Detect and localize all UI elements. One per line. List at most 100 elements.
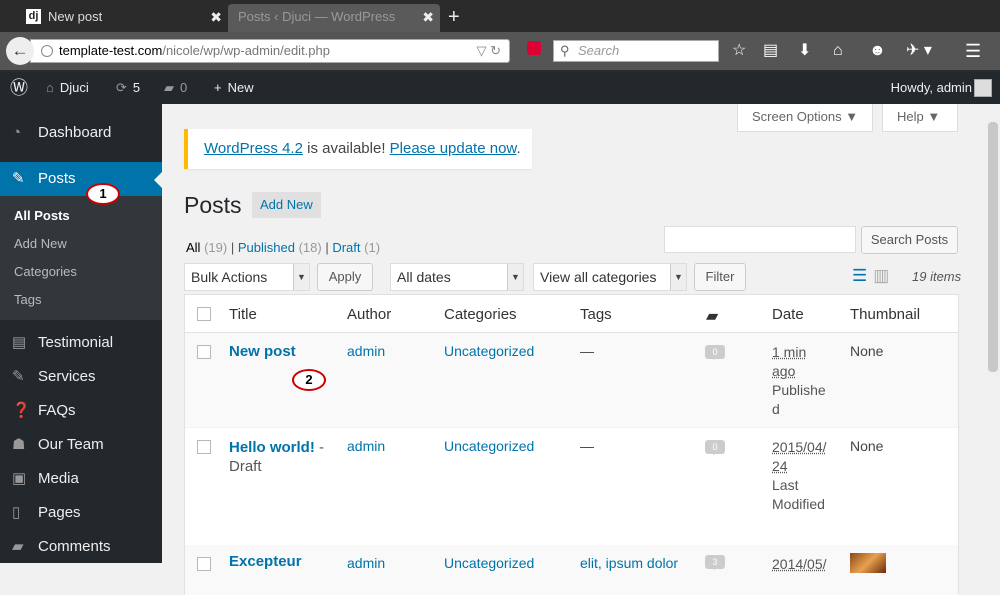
post-title-link[interactable]: Hello world!: [229, 439, 315, 456]
table-row: Excepteur admin Uncategorized elit, ipsu…: [185, 545, 958, 595]
screen-options-button[interactable]: Screen Options ▼: [737, 104, 874, 132]
new-tab-button[interactable]: +: [448, 4, 460, 30]
sidebar-item-pages[interactable]: ▯ Pages: [0, 496, 162, 530]
sidebar-item-faqs[interactable]: ❓ FAQs: [0, 394, 162, 428]
sidebar-item-posts[interactable]: ✎ Posts: [0, 162, 162, 196]
post-thumbnail-image: [850, 553, 886, 573]
wordpress-logo-icon[interactable]: Ⓦ: [10, 72, 28, 104]
posts-submenu: All Posts Add New Categories Tags: [0, 196, 162, 320]
header-categories: Categories: [444, 306, 517, 323]
pin-icon: ✎: [12, 368, 25, 385]
scrollbar-thumb[interactable]: [988, 122, 998, 372]
post-title-link[interactable]: New post: [229, 343, 296, 360]
pocket-icon[interactable]: [527, 41, 541, 55]
category-link[interactable]: Uncategorized: [444, 343, 534, 359]
comment-count-badge[interactable]: 3: [705, 555, 725, 570]
excerpt-view-icon[interactable]: ▥: [873, 266, 889, 285]
header-title[interactable]: Title: [229, 306, 257, 323]
admin-sidebar: ◔ Dashboard ✎ Posts All Posts Add New Cate…: [0, 104, 162, 563]
download-icon[interactable]: ⬇: [798, 40, 811, 62]
question-icon: ❓: [12, 402, 31, 419]
author-link[interactable]: admin: [347, 555, 385, 571]
list-view-icon[interactable]: ☰: [852, 266, 867, 285]
new-content-link[interactable]: + New: [214, 72, 254, 104]
sidebar-item-media[interactable]: ▣ Media: [0, 462, 162, 496]
pin-icon: ✎: [12, 170, 25, 187]
view-draft[interactable]: Draft: [332, 240, 360, 255]
tags-link[interactable]: elit, ipsum dolor: [580, 555, 678, 571]
search-posts-button[interactable]: Search Posts: [861, 226, 958, 254]
comment-count-badge[interactable]: 0: [705, 345, 725, 360]
add-new-button[interactable]: Add New: [252, 192, 321, 218]
callout-2: 2: [292, 369, 326, 391]
apply-button[interactable]: Apply: [317, 263, 373, 291]
post-status-views: All (19) | Published (18) | Draft (1): [186, 240, 381, 255]
reload-icon[interactable]: ▽ ↻: [476, 40, 501, 62]
home-icon: ⌂: [46, 80, 54, 95]
dashboard-icon: ◔: [12, 124, 22, 141]
comments-column-icon[interactable]: ▰: [706, 306, 718, 326]
reading-list-icon[interactable]: ▤: [763, 40, 778, 62]
site-name-link[interactable]: ⌂ Djuci: [46, 72, 89, 104]
avatar[interactable]: [974, 79, 992, 97]
post-date: 2015/04/ 24 Last Modified: [772, 439, 827, 512]
sidebar-item-dashboard[interactable]: ◔ Dashboard: [0, 116, 162, 150]
url-path: /nicole/wp/wp-admin/edit.php: [162, 43, 330, 58]
submenu-categories[interactable]: Categories: [0, 258, 162, 286]
tab-new-post[interactable]: dj New post ✖: [18, 4, 228, 30]
header-date[interactable]: Date: [772, 306, 804, 323]
howdy-user[interactable]: Howdy, admin: [891, 72, 972, 104]
home-icon[interactable]: ⌂: [833, 40, 843, 62]
author-link[interactable]: admin: [347, 438, 385, 454]
dates-select[interactable]: All dates ▼: [390, 263, 524, 291]
tab-title: Posts ‹ Djuci — WordPress: [238, 9, 396, 24]
main-content: Screen Options ▼ Help ▼ WordPress 4.2 is…: [162, 104, 1000, 595]
select-all-checkbox[interactable]: [197, 307, 211, 321]
page-scrollbar[interactable]: [986, 104, 1000, 563]
back-button[interactable]: ←: [6, 37, 34, 65]
comments-link[interactable]: ▰ 0: [164, 72, 187, 104]
filter-button[interactable]: Filter: [694, 263, 746, 291]
author-link[interactable]: admin: [347, 343, 385, 359]
sidebar-item-comments[interactable]: ▰ Comments: [0, 530, 162, 564]
tab-posts[interactable]: Posts ‹ Djuci — WordPress ✖: [228, 4, 440, 32]
tags-value: —: [580, 343, 594, 359]
categories-select[interactable]: View all categories ▼: [533, 263, 687, 291]
view-published[interactable]: Published: [238, 240, 295, 255]
star-icon[interactable]: ☆: [732, 40, 746, 62]
sidebar-item-our-team[interactable]: ☗ Our Team: [0, 428, 162, 462]
row-checkbox[interactable]: [197, 557, 211, 571]
user-icon: ☗: [12, 436, 26, 453]
submenu-tags[interactable]: Tags: [0, 286, 162, 314]
bulk-actions-select[interactable]: Bulk Actions ▼: [184, 263, 310, 291]
table-row: Hello world! - Draft admin Uncategorized…: [185, 427, 958, 545]
url-bar[interactable]: template-test.com/nicole/wp/wp-admin/edi…: [30, 39, 510, 63]
close-tab-icon[interactable]: ✖: [422, 4, 434, 30]
header-tags: Tags: [580, 306, 612, 323]
browser-search-input[interactable]: Search: [553, 40, 719, 62]
header-author: Author: [347, 306, 392, 323]
view-all[interactable]: All: [186, 240, 200, 255]
category-link[interactable]: Uncategorized: [444, 555, 534, 571]
submenu-all-posts[interactable]: All Posts: [0, 202, 162, 230]
wordpress-version-link[interactable]: WordPress 4.2: [204, 140, 303, 157]
chat-icon[interactable]: ☻: [869, 40, 886, 62]
comment-count-badge[interactable]: 0: [705, 440, 725, 455]
close-tab-icon[interactable]: ✖: [210, 4, 222, 30]
help-button[interactable]: Help ▼: [882, 104, 958, 132]
row-checkbox[interactable]: [197, 345, 211, 359]
sidebar-item-services[interactable]: ✎ Services: [0, 360, 162, 394]
update-now-link[interactable]: Please update now: [390, 140, 517, 157]
tools-icon[interactable]: ✈ ▾: [906, 40, 932, 62]
post-title-link[interactable]: Excepteur: [229, 553, 302, 570]
post-search-input[interactable]: [664, 226, 856, 253]
wp-admin-bar: Ⓦ ⌂ Djuci ⟳ 5 ▰ 0 + New Howdy, admin: [0, 72, 1000, 104]
media-icon: ▣: [12, 470, 27, 487]
updates-link[interactable]: ⟳ 5: [116, 72, 140, 104]
menu-icon[interactable]: ☰: [965, 40, 981, 62]
submenu-add-new[interactable]: Add New: [0, 230, 162, 258]
sidebar-item-testimonial[interactable]: ▤ Testimonial: [0, 326, 162, 360]
category-link[interactable]: Uncategorized: [444, 438, 534, 454]
row-checkbox[interactable]: [197, 440, 211, 454]
update-notice: WordPress 4.2 is available! Please updat…: [184, 129, 532, 169]
